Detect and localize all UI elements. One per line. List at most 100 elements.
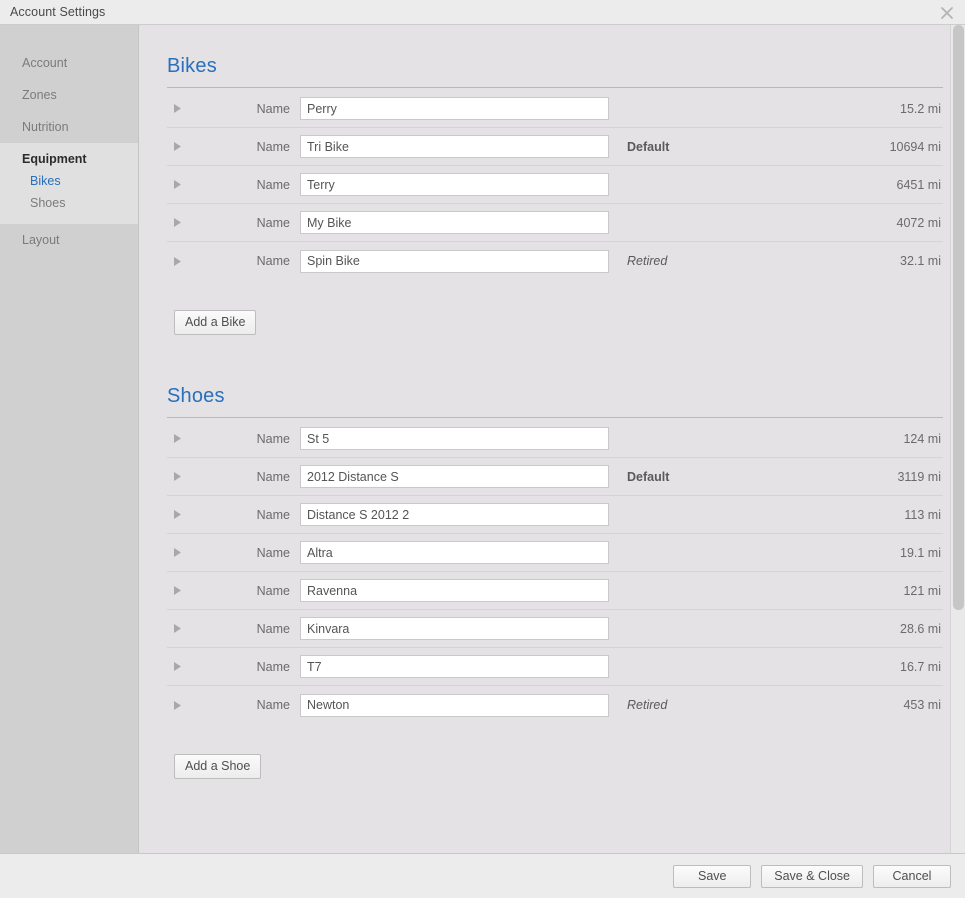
close-icon[interactable] [937,3,957,23]
name-input[interactable] [300,503,609,526]
distance-value: 113 mi [904,507,941,522]
vertical-scrollbar-track[interactable] [950,25,965,853]
distance-value: 6451 mi [896,177,941,192]
add-shoe-wrap: Add a Shoe [167,724,943,779]
distance-value: 121 mi [903,583,941,598]
shoe-row: Name 19.1 mi [167,534,943,572]
name-input[interactable] [300,655,609,678]
status-badge: Default [627,469,670,484]
distance-value: 16.7 mi [900,659,941,674]
bikes-row-list: Name 15.2 mi Name Default 10694 mi Name 6451 m… [167,90,943,280]
sidebar-item-layout[interactable]: Layout [0,224,138,256]
expand-triangle-icon[interactable] [173,661,195,672]
name-label: Name [256,469,290,484]
name-input[interactable] [300,135,609,158]
distance-value: 15.2 mi [900,101,941,116]
shoes-section: Shoes Name 124 mi Name Default 3119 mi Name 11… [167,385,943,779]
expand-triangle-icon[interactable] [173,700,195,711]
name-label: Name [256,583,290,598]
distance-value: 124 mi [903,431,941,446]
distance-value: 4072 mi [896,215,941,230]
window-body: Account Zones Nutrition Equipment Bikes … [0,25,965,853]
distance-value: 28.6 mi [900,621,941,636]
sidebar-item-zones[interactable]: Zones [0,79,138,111]
save-and-close-button[interactable]: Save & Close [761,864,863,888]
name-input[interactable] [300,97,609,120]
expand-triangle-icon[interactable] [173,471,195,482]
save-button[interactable]: Save [673,864,752,888]
add-bike-wrap: Add a Bike [167,280,943,335]
account-settings-window: Account Settings Account Zones Nutrition… [0,0,965,898]
sidebar-item-shoes[interactable]: Shoes [0,192,138,214]
name-input[interactable] [300,465,609,488]
bike-row: Name 6451 mi [167,166,943,204]
shoe-row: Name 28.6 mi [167,610,943,648]
shoe-row: Name Retired 453 mi [167,686,943,724]
bike-row: Name Default 10694 mi [167,128,943,166]
vertical-scrollbar-thumb[interactable] [953,25,964,610]
bikes-section-divider [167,87,943,88]
name-label: Name [256,215,290,230]
shoe-row: Name 121 mi [167,572,943,610]
expand-triangle-icon[interactable] [173,623,195,634]
shoes-row-list: Name124 miNameDefault3119 miName113 miNa… [167,420,943,724]
shoe-row: Name Default 3119 mi [167,458,943,496]
shoe-row: Name 16.7 mi [167,648,943,686]
expand-triangle-icon[interactable] [173,256,195,267]
name-input[interactable] [300,249,609,273]
distance-value: 453 mi [903,698,941,712]
expand-triangle-icon[interactable] [173,141,195,152]
name-input[interactable] [300,211,609,234]
status-badge: Retired [627,698,668,712]
add-a-bike-button[interactable]: Add a Bike [174,310,257,335]
expand-triangle-icon[interactable] [173,433,195,444]
sidebar-item-equipment[interactable]: Equipment [0,143,138,170]
name-input[interactable] [300,617,609,640]
footer-action-bar: Save Save & Close Cancel [0,853,965,898]
sidebar-item-bikes[interactable]: Bikes [0,170,138,192]
expand-triangle-icon[interactable] [173,217,195,228]
name-label: Name [256,698,290,712]
name-label: Name [256,254,290,268]
add-a-shoe-button[interactable]: Add a Shoe [174,754,262,779]
status-badge: Retired [627,254,668,268]
name-label: Name [256,507,290,522]
cancel-button[interactable]: Cancel [873,864,951,888]
bike-row: Name Retired 32.1 mi [167,242,943,280]
bikes-section: Bikes Name15.2 miNameDefault10694 miName… [167,55,943,335]
window-title: Account Settings [10,5,106,19]
name-label: Name [256,545,290,560]
bikes-section-title: Bikes [167,55,217,77]
name-input[interactable] [300,693,609,717]
distance-value: 3119 mi [897,469,941,484]
name-label: Name [256,431,290,446]
shoes-section-divider [167,417,943,418]
expand-triangle-icon[interactable] [173,509,195,520]
sidebar-group-equipment: Equipment Bikes Shoes [0,143,138,224]
shoe-row: Name 113 mi [167,496,943,534]
expand-triangle-icon[interactable] [173,179,195,190]
status-badge: Default [627,139,670,154]
bike-row: Name 4072 mi [167,204,943,242]
name-input[interactable] [300,173,609,196]
name-input[interactable] [300,579,609,602]
name-input[interactable] [300,541,609,564]
sidebar-item-nutrition[interactable]: Nutrition [0,111,138,143]
name-label: Name [256,139,290,154]
content-panel: Bikes Name15.2 miNameDefault10694 miName… [139,25,965,853]
expand-triangle-icon[interactable] [173,585,195,596]
name-label: Name [256,177,290,192]
distance-value: 10694 mi [889,139,941,154]
name-label: Name [256,621,290,636]
distance-value: 32.1 mi [900,254,941,268]
sidebar: Account Zones Nutrition Equipment Bikes … [0,25,139,853]
shoe-row: Name 124 mi [167,420,943,458]
name-label: Name [256,101,290,116]
bike-row: Name 15.2 mi [167,90,943,128]
expand-triangle-icon[interactable] [173,547,195,558]
title-bar: Account Settings [0,0,965,25]
sidebar-item-account[interactable]: Account [0,47,138,79]
name-input[interactable] [300,427,609,450]
expand-triangle-icon[interactable] [173,103,195,114]
